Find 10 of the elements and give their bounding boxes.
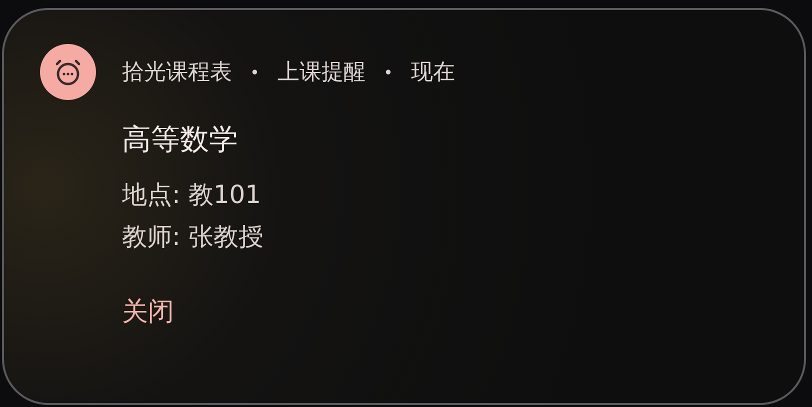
notification-text: 地点: 教101 — [122, 179, 262, 211]
notification-category: 上课提醒 — [277, 59, 366, 87]
close-button[interactable]: 关闭 — [122, 294, 174, 329]
separator-dot: • — [250, 62, 260, 82]
app-name: 拾光课程表 — [122, 59, 232, 87]
notification-title: 高等数学 — [122, 121, 239, 158]
alarm-clock-icon — [40, 44, 96, 100]
notification-text: 教师: 张教授 — [122, 221, 264, 253]
notification-time: 现在 — [410, 59, 455, 87]
separator-dot: • — [383, 62, 393, 82]
